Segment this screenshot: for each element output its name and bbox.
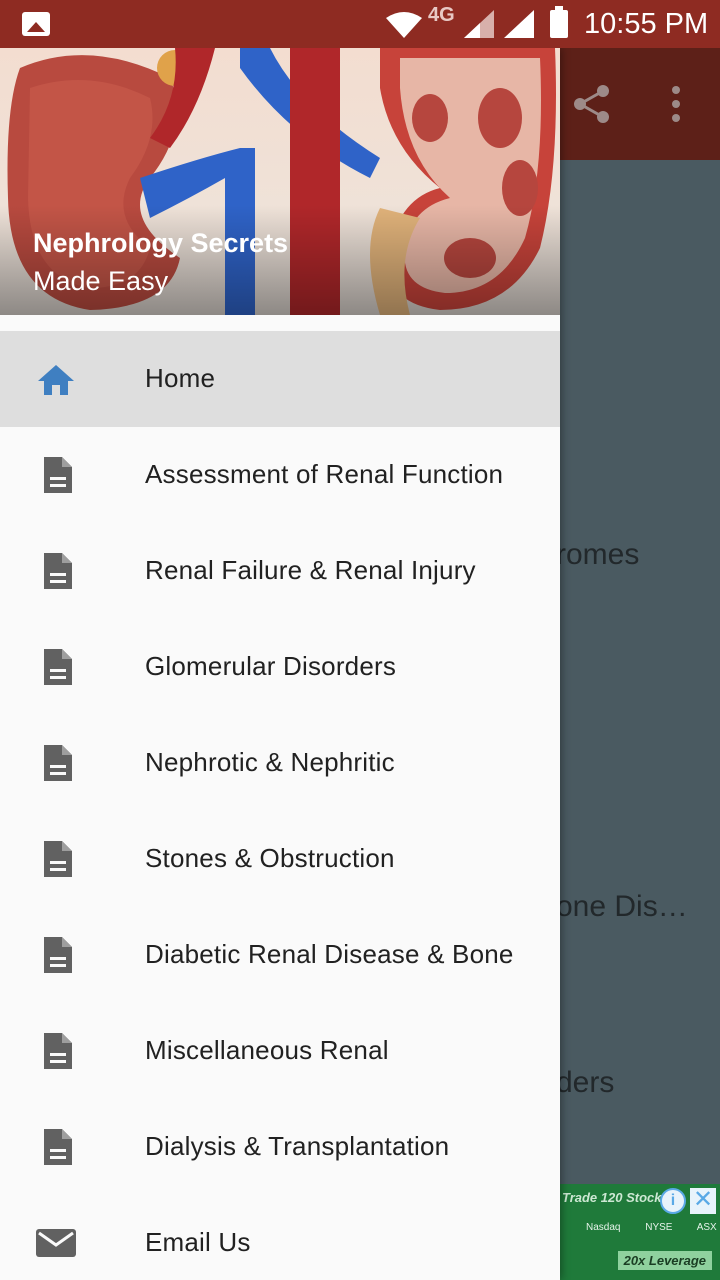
ad-close-icon[interactable]: ✕ xyxy=(690,1188,716,1214)
menu-item-label: Diabetic Renal Disease & Bone xyxy=(145,939,514,969)
background-list-text: one Dis… xyxy=(556,890,688,923)
battery-icon xyxy=(550,6,568,38)
email-icon xyxy=(36,1229,76,1257)
menu-item-dialysis-transplantation[interactable]: Dialysis & Transplantation xyxy=(0,1099,560,1195)
menu-item-assessment-of-renal-function[interactable]: Assessment of Renal Function xyxy=(0,427,560,523)
home-icon xyxy=(38,365,74,395)
document-icon xyxy=(44,649,72,685)
document-icon xyxy=(44,841,72,877)
ad-tagline: 20x Leverage xyxy=(617,1251,712,1270)
menu-item-diabetic-renal-disease[interactable]: Diabetic Renal Disease & Bone xyxy=(0,907,560,1003)
menu-item-label: Home xyxy=(145,363,216,393)
signal-icon xyxy=(464,10,494,38)
wifi-icon xyxy=(386,12,422,38)
header-shade xyxy=(0,205,560,315)
drawer-subtitle: Made Easy xyxy=(33,266,169,296)
navigation-drawer: Nephrology Secrets Made Easy Home Assess… xyxy=(0,48,560,1280)
menu-item-label: Nephrotic & Nephritic xyxy=(145,747,395,777)
drawer-menu: Home Assessment of Renal Function Renal … xyxy=(0,331,560,1280)
clock: 10:55 PM xyxy=(584,8,709,40)
menu-item-label: Dialysis & Transplantation xyxy=(145,1131,450,1161)
menu-item-label: Email Us xyxy=(145,1227,251,1257)
ad-headline: Trade 120 Stock xyxy=(562,1190,662,1205)
drawer-header: Nephrology Secrets Made Easy xyxy=(0,48,560,315)
menu-item-renal-failure[interactable]: Renal Failure & Renal Injury xyxy=(0,523,560,619)
menu-item-email-us[interactable]: Email Us xyxy=(0,1195,560,1280)
more-options-icon[interactable] xyxy=(668,86,684,126)
network-type: 4G xyxy=(428,4,455,26)
share-icon[interactable] xyxy=(572,84,612,124)
menu-item-miscellaneous-renal[interactable]: Miscellaneous Renal xyxy=(0,1003,560,1099)
document-icon xyxy=(44,553,72,589)
document-icon xyxy=(44,937,72,973)
image-notification-icon xyxy=(22,12,50,36)
signal-icon xyxy=(504,10,534,38)
ad-exchanges: Nasdaq NYSE ASX xyxy=(586,1222,717,1233)
menu-item-label: Renal Failure & Renal Injury xyxy=(145,555,476,585)
background-list-text: romes xyxy=(556,538,640,571)
menu-item-label: Glomerular Disorders xyxy=(145,651,397,681)
status-bar: 4G 10:55 PM xyxy=(0,0,720,48)
menu-item-stones-obstruction[interactable]: Stones & Obstruction xyxy=(0,811,560,907)
menu-item-label: Stones & Obstruction xyxy=(145,843,395,873)
document-icon xyxy=(44,1129,72,1165)
drawer-title: Nephrology Secrets xyxy=(33,228,289,258)
menu-item-glomerular-disorders[interactable]: Glomerular Disorders xyxy=(0,619,560,715)
ad-info-icon[interactable]: i xyxy=(660,1188,686,1214)
background-list-text: ders xyxy=(556,1066,615,1099)
document-icon xyxy=(44,457,72,493)
document-icon xyxy=(44,1033,72,1069)
menu-item-home[interactable]: Home xyxy=(0,331,560,427)
menu-item-label: Miscellaneous Renal xyxy=(145,1035,389,1065)
document-icon xyxy=(44,745,72,781)
menu-item-label: Assessment of Renal Function xyxy=(145,459,504,489)
menu-item-nephrotic-nephritic[interactable]: Nephrotic & Nephritic xyxy=(0,715,560,811)
